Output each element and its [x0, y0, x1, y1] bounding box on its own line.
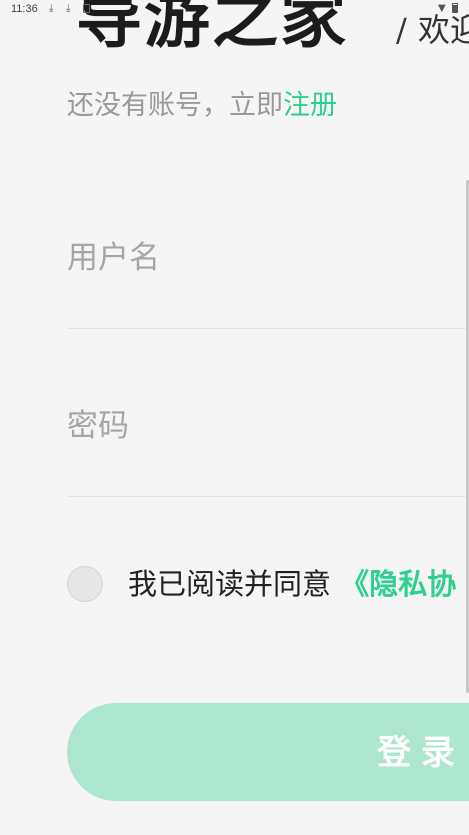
sim-card-icon — [83, 4, 90, 13]
privacy-policy-link[interactable]: 《隐私协 — [340, 567, 456, 601]
wifi-icon: ▼ — [438, 3, 446, 14]
download-icon: ⤓ — [66, 3, 71, 14]
register-prompt: 还没有账号，立即注册 — [67, 88, 337, 124]
register-prompt-text: 还没有账号，立即 — [67, 90, 283, 121]
agreement-text: 我已阅读并同意 《隐私协 — [128, 564, 456, 604]
register-link[interactable]: 注册 — [283, 90, 337, 121]
login-button[interactable]: 登录 — [67, 703, 469, 801]
status-bar: 11:36 ⤓ ⤓ ▼ — [0, 0, 469, 22]
agreement-radio[interactable] — [67, 566, 103, 602]
password-input[interactable] — [67, 398, 457, 454]
password-field — [67, 398, 469, 497]
login-button-label: 登录 — [377, 734, 465, 772]
battery-icon — [452, 3, 458, 13]
username-field — [67, 230, 469, 329]
status-time: 11:36 — [11, 3, 38, 15]
agreement-label: 我已阅读并同意 — [128, 567, 332, 601]
login-screen: 11:36 ⤓ ⤓ ▼ 导游之家 / 欢迎 还没有账号，立即注册 我已阅读并同意… — [0, 0, 469, 835]
username-input[interactable] — [67, 230, 457, 286]
download-icon: ⤓ — [49, 3, 54, 14]
